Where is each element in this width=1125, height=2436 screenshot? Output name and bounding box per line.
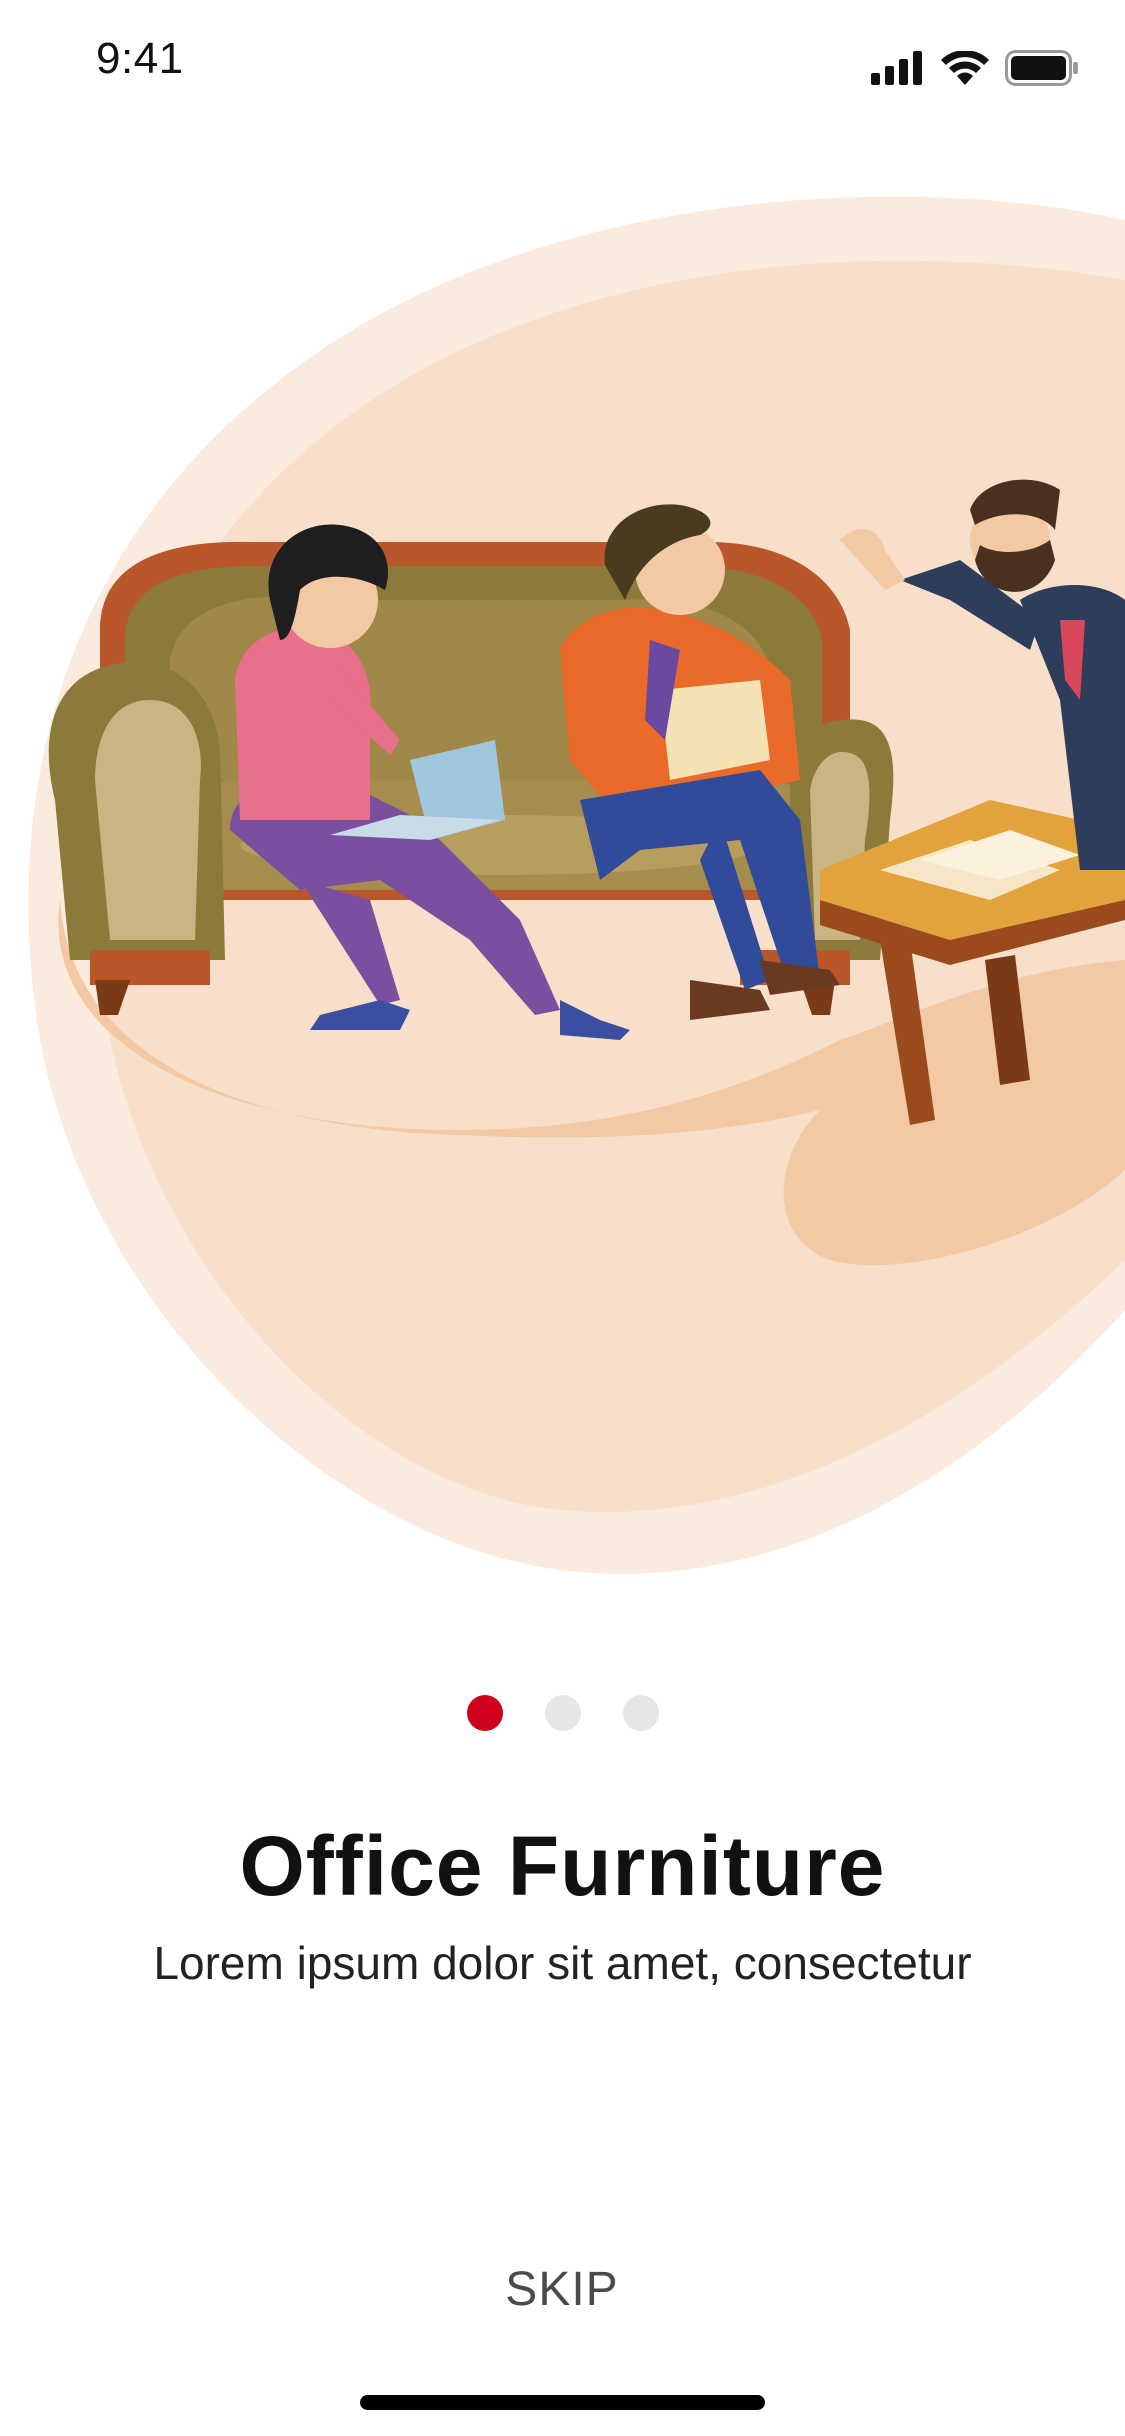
- wifi-icon: [941, 51, 989, 85]
- onboarding-title: Office Furniture: [239, 1819, 886, 1913]
- page-dot-2[interactable]: [544, 1695, 581, 1731]
- page-dot-3[interactable]: [622, 1695, 659, 1731]
- page-dot-1[interactable]: [466, 1695, 503, 1731]
- onboarding-subtitle: Lorem ipsum dolor sit amet, consectetur: [153, 1937, 972, 1989]
- status-bar: 9:41: [0, 0, 1125, 132]
- skip-button[interactable]: SKIP: [462, 2262, 662, 2322]
- onboarding-screen: 9:41 Office Furniture Lorem ipsum dolor …: [0, 0, 1125, 2436]
- status-time: 9:41: [96, 34, 184, 83]
- page-indicator: [0, 1695, 1125, 1731]
- cellular-signal-icon: [871, 51, 922, 85]
- status-icons: [871, 46, 1079, 90]
- home-indicator[interactable]: [360, 2395, 765, 2410]
- office-meeting-illustration: [28, 196, 1125, 1574]
- battery-icon: [1005, 50, 1078, 86]
